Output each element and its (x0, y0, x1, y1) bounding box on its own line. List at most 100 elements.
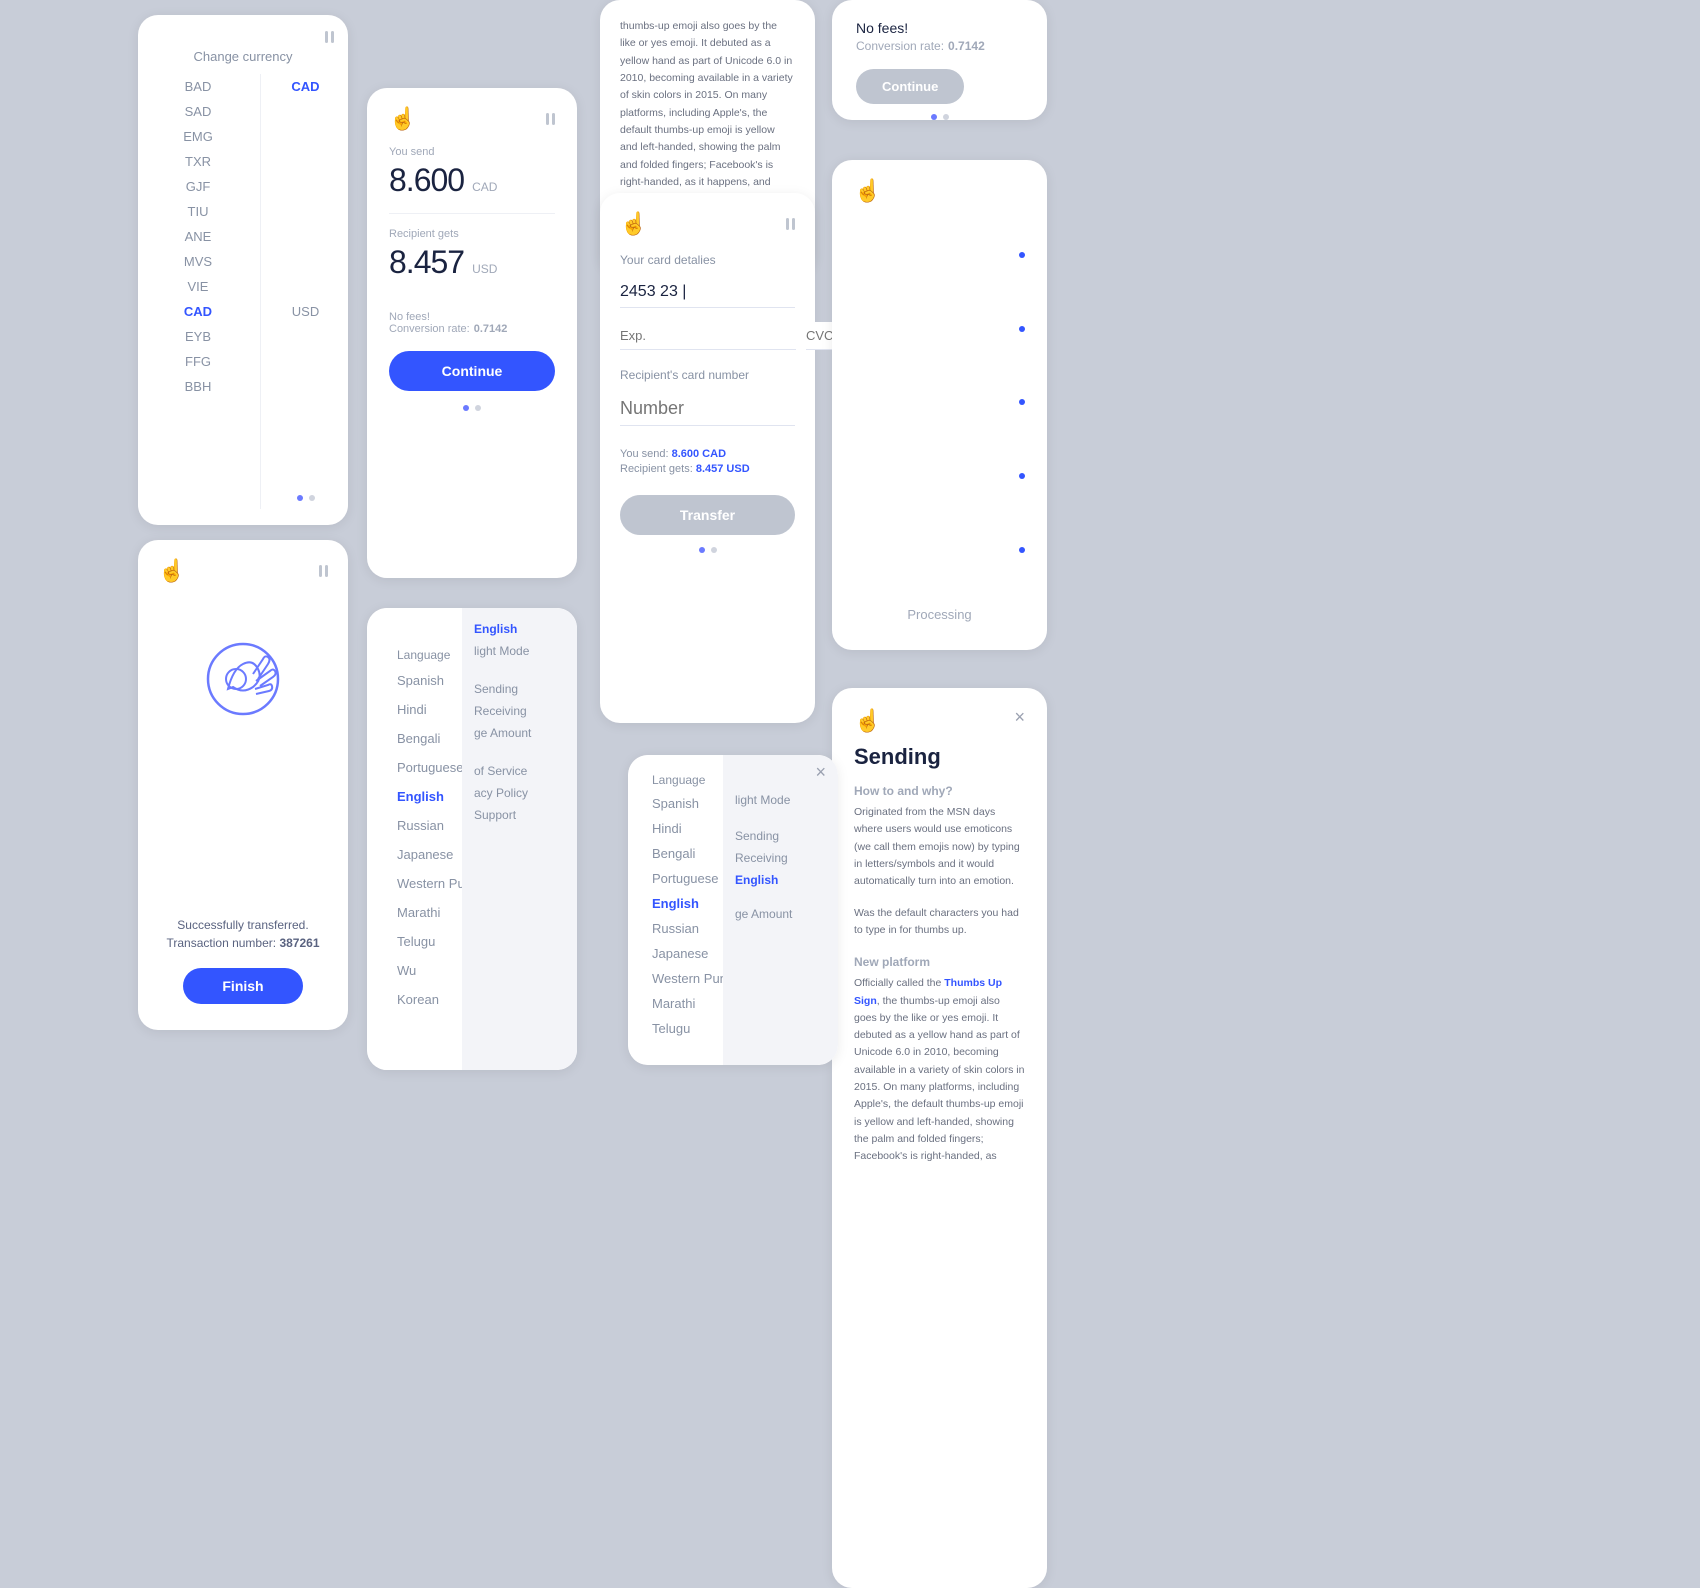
was-text: Was the default characters you had to ty… (854, 905, 1025, 940)
lang-right-panel: English light Mode Sending Receiving ge … (462, 608, 577, 1070)
currency-item[interactable]: BAD (185, 74, 212, 99)
conversion-value: 0.7142 (474, 323, 508, 335)
card-sending-info: ☝ × Sending How to and why? Originated f… (832, 688, 1047, 1588)
card-processing: ☝ Processing (832, 160, 1047, 650)
lang-right-sending[interactable]: Sending (474, 682, 565, 696)
lang-right-privacy[interactable]: acy Policy (474, 786, 565, 800)
recipient-number-input[interactable] (620, 392, 795, 426)
dot-1 (463, 405, 469, 411)
currency-item-cad[interactable]: CAD (184, 299, 212, 324)
currency-item[interactable]: TIU (188, 199, 209, 224)
touch-icon-processing: ☝ (854, 178, 881, 204)
currency-item[interactable]: MVS (184, 249, 212, 274)
nofees-text: No fees! (856, 20, 1023, 36)
currency-item[interactable]: TXR (185, 149, 211, 174)
how-body: Originated from the MSN days where users… (854, 804, 1025, 891)
nofees-continue-button[interactable]: Continue (856, 69, 964, 104)
recipient-label: Recipient's card number (620, 368, 795, 382)
lang2-right-panel: × light Mode Sending Receiving English g… (723, 755, 838, 1065)
touch-icon-transfer: ☝ (389, 106, 416, 132)
card-nofees: No fees! Conversion rate: 0.7142 Continu… (832, 0, 1047, 120)
dot-2 (309, 495, 315, 501)
dot-2 (711, 547, 717, 553)
close-lang2-button[interactable]: × (815, 763, 826, 781)
conversion-value: 0.7142 (948, 39, 985, 53)
pause-icon (319, 558, 328, 584)
currency-item[interactable]: SAD (185, 99, 212, 124)
lang-right-receiving[interactable]: Receiving (474, 704, 565, 718)
lang2-right-receiving[interactable]: Receiving (735, 851, 826, 865)
dot-1 (297, 495, 303, 501)
currency-item[interactable]: EYB (185, 324, 211, 349)
conversion-label: Conversion rate: (856, 39, 944, 53)
card-number-input[interactable] (620, 277, 795, 308)
lang2-right-amount[interactable]: ge Amount (735, 907, 826, 921)
card-success: ☝ Successfully transferred. Transaction … (138, 540, 348, 1030)
recipient-gets-value: 8.457 USD (696, 463, 750, 475)
lang2-right-english[interactable]: English (735, 873, 826, 887)
hand-illustration (198, 629, 288, 749)
pause-icon (546, 113, 555, 125)
close-sending-button[interactable]: × (1014, 708, 1025, 726)
dot-2 (475, 405, 481, 411)
transfer-button[interactable]: Transfer (620, 495, 795, 535)
how-label: How to and why? (854, 784, 1025, 798)
dot-2 (943, 114, 949, 120)
currency-item[interactable]: ANE (185, 224, 212, 249)
receive-amount: 8.457 (389, 244, 464, 281)
pause-icon (325, 31, 334, 43)
transaction-number: 387261 (279, 936, 319, 950)
you-send-label: You send (389, 146, 555, 158)
card-transfer-amount: ☝ You send 8.600 CAD Recipient gets 8.45… (367, 88, 577, 578)
info-text: thumbs-up emoji also goes by the like or… (620, 18, 795, 208)
card-language-selector: × Language Spanish Hindi Bengali Portugu… (367, 608, 577, 1070)
transaction-info: Transaction number: 387261 (167, 936, 320, 950)
lang2-right-lightmode[interactable]: light Mode (735, 793, 826, 807)
lang-right-support[interactable]: Support (474, 808, 565, 822)
proc-dot-1 (1019, 252, 1025, 258)
currency-usd[interactable]: USD (292, 299, 319, 324)
lang-right-lightmode[interactable]: light Mode (474, 644, 565, 658)
currency-item[interactable]: VIE (188, 274, 209, 299)
lang2-right-sending[interactable]: Sending (735, 829, 826, 843)
currency-item[interactable]: GJF (186, 174, 211, 199)
lang-right-amount[interactable]: ge Amount (474, 726, 565, 740)
touch-icon-details: ☝ (620, 211, 647, 237)
dot-1 (699, 547, 705, 553)
success-text: Successfully transferred. (177, 918, 308, 932)
card-change-currency: Change currency BAD SAD EMG TXR GJF TIU … (138, 15, 348, 525)
send-currency: CAD (472, 180, 497, 194)
transaction-label: Transaction number: (167, 936, 277, 950)
highlight-thumbs: Thumbs Up Sign (854, 977, 1002, 1006)
new-platform-label: New platform (854, 955, 1025, 969)
currency-item[interactable]: BBH (185, 374, 212, 399)
card-payment-details: ☝ Your card detalies Recipient's card nu… (600, 193, 815, 723)
send-amount: 8.600 (389, 162, 464, 199)
pause-icon (786, 218, 795, 230)
currency-cad-selected[interactable]: CAD (291, 74, 319, 99)
card-language-selector-2: Language Spanish Hindi Bengali Portugues… (628, 755, 838, 1065)
currency-item[interactable]: FFG (185, 349, 211, 374)
new-platform-body: Officially called the Thumbs Up Sign, th… (854, 975, 1025, 1165)
receive-currency: USD (472, 262, 497, 276)
dot-1 (931, 114, 937, 120)
currency-item[interactable]: EMG (183, 124, 213, 149)
exp-input[interactable] (620, 322, 796, 350)
finish-button[interactable]: Finish (183, 968, 303, 1004)
lang-right-service[interactable]: of Service (474, 764, 565, 778)
recipient-gets-summary: Recipient gets: 8.457 USD (620, 463, 795, 475)
currency-right-col: CAD USD (263, 74, 348, 509)
change-currency-title: Change currency (138, 49, 348, 64)
no-fees-text: No fees! (389, 311, 555, 323)
you-send-summary: You send: 8.600 CAD (620, 448, 795, 460)
touch-icon-sending: ☝ (854, 708, 881, 734)
touch-icon-success: ☝ (158, 558, 185, 584)
continue-button[interactable]: Continue (389, 351, 555, 391)
processing-label: Processing (854, 607, 1025, 622)
proc-dot-5 (1019, 547, 1025, 553)
recipient-gets-label: Recipient gets (389, 228, 555, 240)
proc-dot-3 (1019, 399, 1025, 405)
lang-right-english[interactable]: English (474, 622, 565, 636)
currency-left-col: BAD SAD EMG TXR GJF TIU ANE MVS VIE CAD … (138, 74, 258, 509)
your-card-label: Your card detalies (620, 253, 795, 267)
